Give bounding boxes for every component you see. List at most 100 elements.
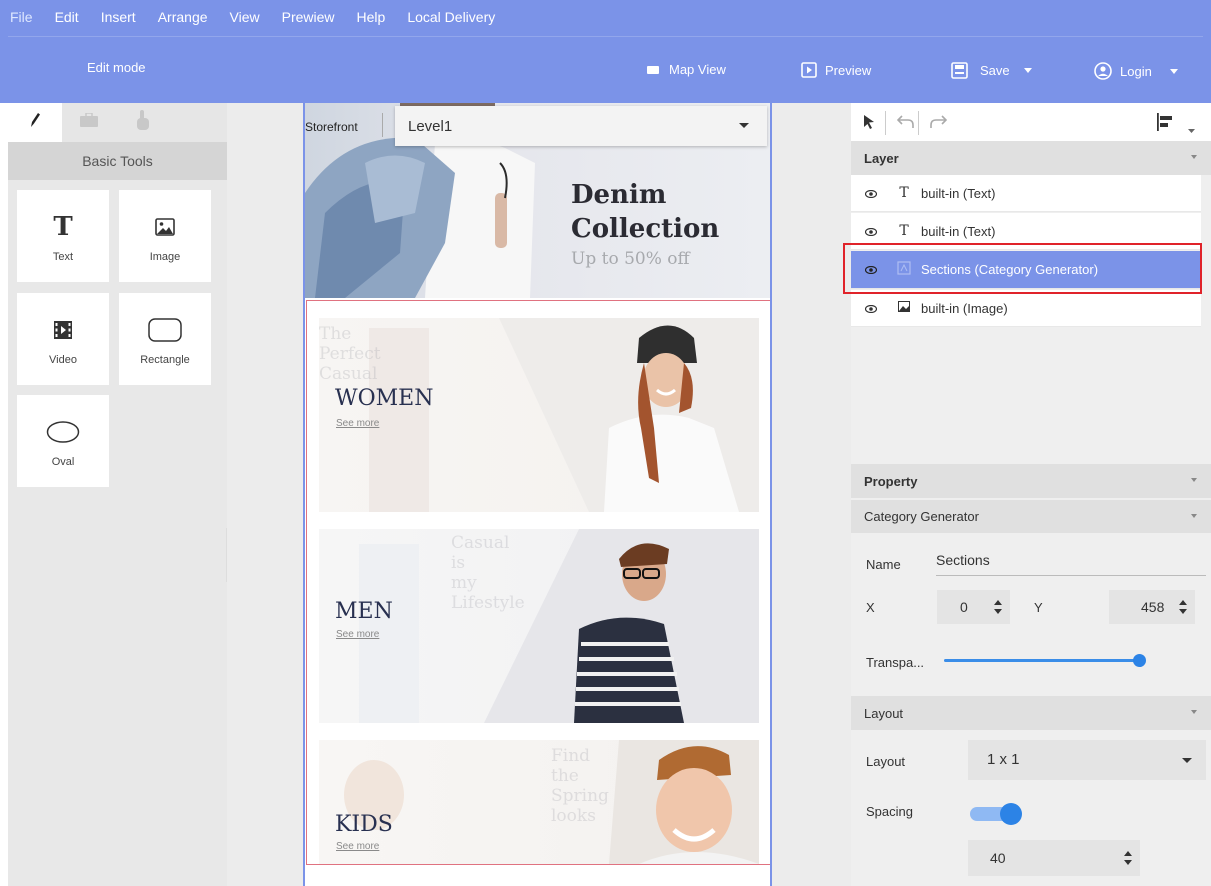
- basic-tools-title: Basic Tools: [8, 142, 227, 180]
- storefront-page[interactable]: Denim Collection Up to 50% off The Perfe…: [303, 103, 772, 886]
- transparency-slider-track[interactable]: [944, 659, 1140, 662]
- storefront-separator: [382, 113, 383, 137]
- tool-separator: [885, 111, 887, 140]
- layout-title: Layout: [864, 705, 904, 721]
- eye-icon[interactable]: [864, 301, 879, 316]
- menu-insert[interactable]: Insert: [90, 6, 147, 28]
- tab-toolbox[interactable]: [62, 103, 116, 142]
- layer-name: Sections (Category Generator): [921, 262, 1099, 277]
- spinner-arrows-icon[interactable]: [994, 599, 1002, 615]
- chevron-down-icon: [1169, 68, 1178, 74]
- tool-image-label: Image: [149, 251, 181, 263]
- men-ghost-text: Casual is my Lifestyle: [451, 533, 525, 613]
- undo-icon[interactable]: [896, 113, 915, 134]
- edit-mode-label: Edit mode: [87, 60, 146, 75]
- section-layer-icon: [895, 260, 913, 279]
- menu-bar: File Edit Insert Arrange View Prewiew He…: [0, 6, 506, 28]
- level-dropdown[interactable]: Level1: [395, 106, 767, 146]
- spacing-value: 40: [990, 850, 1006, 866]
- login-button[interactable]: Login: [1094, 62, 1178, 80]
- see-more-link-women[interactable]: See more: [336, 418, 379, 429]
- men-model-image: [359, 529, 759, 723]
- name-field[interactable]: Sections: [936, 552, 1206, 576]
- layer-row-selected[interactable]: Sections (Category Generator): [851, 251, 1201, 289]
- menu-file[interactable]: File: [0, 6, 44, 28]
- eye-icon[interactable]: [864, 262, 879, 277]
- spinner-arrows-icon[interactable]: [1179, 599, 1187, 615]
- chevron-down-icon: [1023, 68, 1032, 73]
- eye-icon[interactable]: [864, 186, 879, 201]
- category-banner-men[interactable]: Casual is my Lifestyle MEN See more: [319, 529, 759, 723]
- align-left-icon[interactable]: [1156, 113, 1174, 136]
- spacing-input[interactable]: 40: [968, 840, 1140, 876]
- text-layer-icon: T: [899, 223, 909, 239]
- category-banner-women[interactable]: The Perfect Casual WOMEN See more: [319, 318, 759, 512]
- chevron-down-icon: [1191, 710, 1197, 714]
- play-icon: [801, 62, 817, 78]
- map-view-button[interactable]: Map View: [647, 62, 726, 77]
- x-input[interactable]: 0: [937, 590, 1010, 624]
- tool-oval-label: Oval: [51, 456, 75, 468]
- caret-down-icon: [1182, 758, 1192, 763]
- tool-rectangle[interactable]: Rectangle: [119, 293, 211, 385]
- briefcase-icon: [80, 112, 98, 132]
- chevron-down-icon[interactable]: [1188, 121, 1195, 139]
- menu-view[interactable]: View: [219, 6, 271, 28]
- layer-row[interactable]: built-in (Image): [851, 290, 1201, 327]
- save-icon: [951, 62, 968, 79]
- tab-draw[interactable]: [8, 103, 62, 142]
- preview-button[interactable]: Preview: [801, 62, 871, 78]
- layer-row[interactable]: T built-in (Text): [851, 175, 1201, 212]
- menu-edit[interactable]: Edit: [44, 6, 90, 28]
- tool-text[interactable]: T Text: [17, 190, 109, 282]
- tool-separator: [918, 111, 920, 140]
- tool-oval[interactable]: Oval: [17, 395, 109, 487]
- see-more-link-kids[interactable]: See more: [336, 841, 379, 852]
- tool-image[interactable]: Image: [119, 190, 211, 282]
- layer-name: built-in (Text): [921, 223, 996, 239]
- storefront-label: Storefront: [305, 120, 358, 134]
- tool-video[interactable]: Video: [17, 293, 109, 385]
- layout-section-header[interactable]: Layout: [851, 696, 1211, 730]
- women-ghost-text: The Perfect Casual: [319, 324, 381, 384]
- touch-icon: [135, 109, 151, 136]
- property-section-header[interactable]: Property: [851, 464, 1211, 498]
- chevron-down-icon: [1191, 155, 1197, 159]
- login-label: Login: [1120, 63, 1152, 79]
- category-name-kids: KIDS: [335, 812, 393, 837]
- video-icon: [54, 312, 72, 348]
- redo-icon[interactable]: [929, 113, 948, 134]
- tab-interaction[interactable]: [116, 103, 170, 142]
- layout-dropdown[interactable]: 1 x 1: [968, 740, 1206, 780]
- save-button[interactable]: Save: [951, 62, 1032, 79]
- layout-label: Layout: [866, 754, 906, 769]
- hero-title-line1: Denim: [571, 180, 667, 210]
- component-section-header[interactable]: Category Generator: [851, 500, 1211, 533]
- y-input[interactable]: 458: [1109, 590, 1195, 624]
- menu-help[interactable]: Help: [346, 6, 397, 28]
- layer-title: Layer: [864, 150, 899, 166]
- y-label: Y: [1034, 600, 1043, 615]
- menu-local-delivery[interactable]: Local Delivery: [396, 6, 506, 28]
- y-value: 458: [1141, 599, 1165, 615]
- hero-title: Denim Collection: [571, 178, 719, 246]
- account-icon: [1094, 62, 1112, 80]
- spacing-toggle[interactable]: [970, 803, 1024, 825]
- menu-prewiew[interactable]: Prewiew: [271, 6, 346, 28]
- transparency-slider-knob[interactable]: [1133, 654, 1146, 667]
- kids-ghost-text: Find the Spring looks: [551, 746, 609, 826]
- category-sections[interactable]: The Perfect Casual WOMEN See more Casual is…: [306, 300, 770, 865]
- spinner-arrows-icon[interactable]: [1124, 850, 1132, 866]
- layer-section-header[interactable]: Layer: [851, 141, 1211, 175]
- name-label: Name: [866, 557, 901, 572]
- menu-arrange[interactable]: Arrange: [147, 6, 219, 28]
- property-title: Property: [864, 473, 918, 489]
- layer-row[interactable]: T built-in (Text): [851, 213, 1201, 250]
- preview-label: Preview: [825, 62, 872, 78]
- select-arrow-icon[interactable]: [862, 113, 876, 136]
- see-more-link-men[interactable]: See more: [336, 629, 379, 640]
- chevron-down-icon: [1191, 514, 1197, 518]
- image-icon: [155, 209, 175, 245]
- eye-icon[interactable]: [864, 224, 879, 239]
- category-banner-kids[interactable]: Find the Spring looks KIDS See more: [319, 740, 759, 864]
